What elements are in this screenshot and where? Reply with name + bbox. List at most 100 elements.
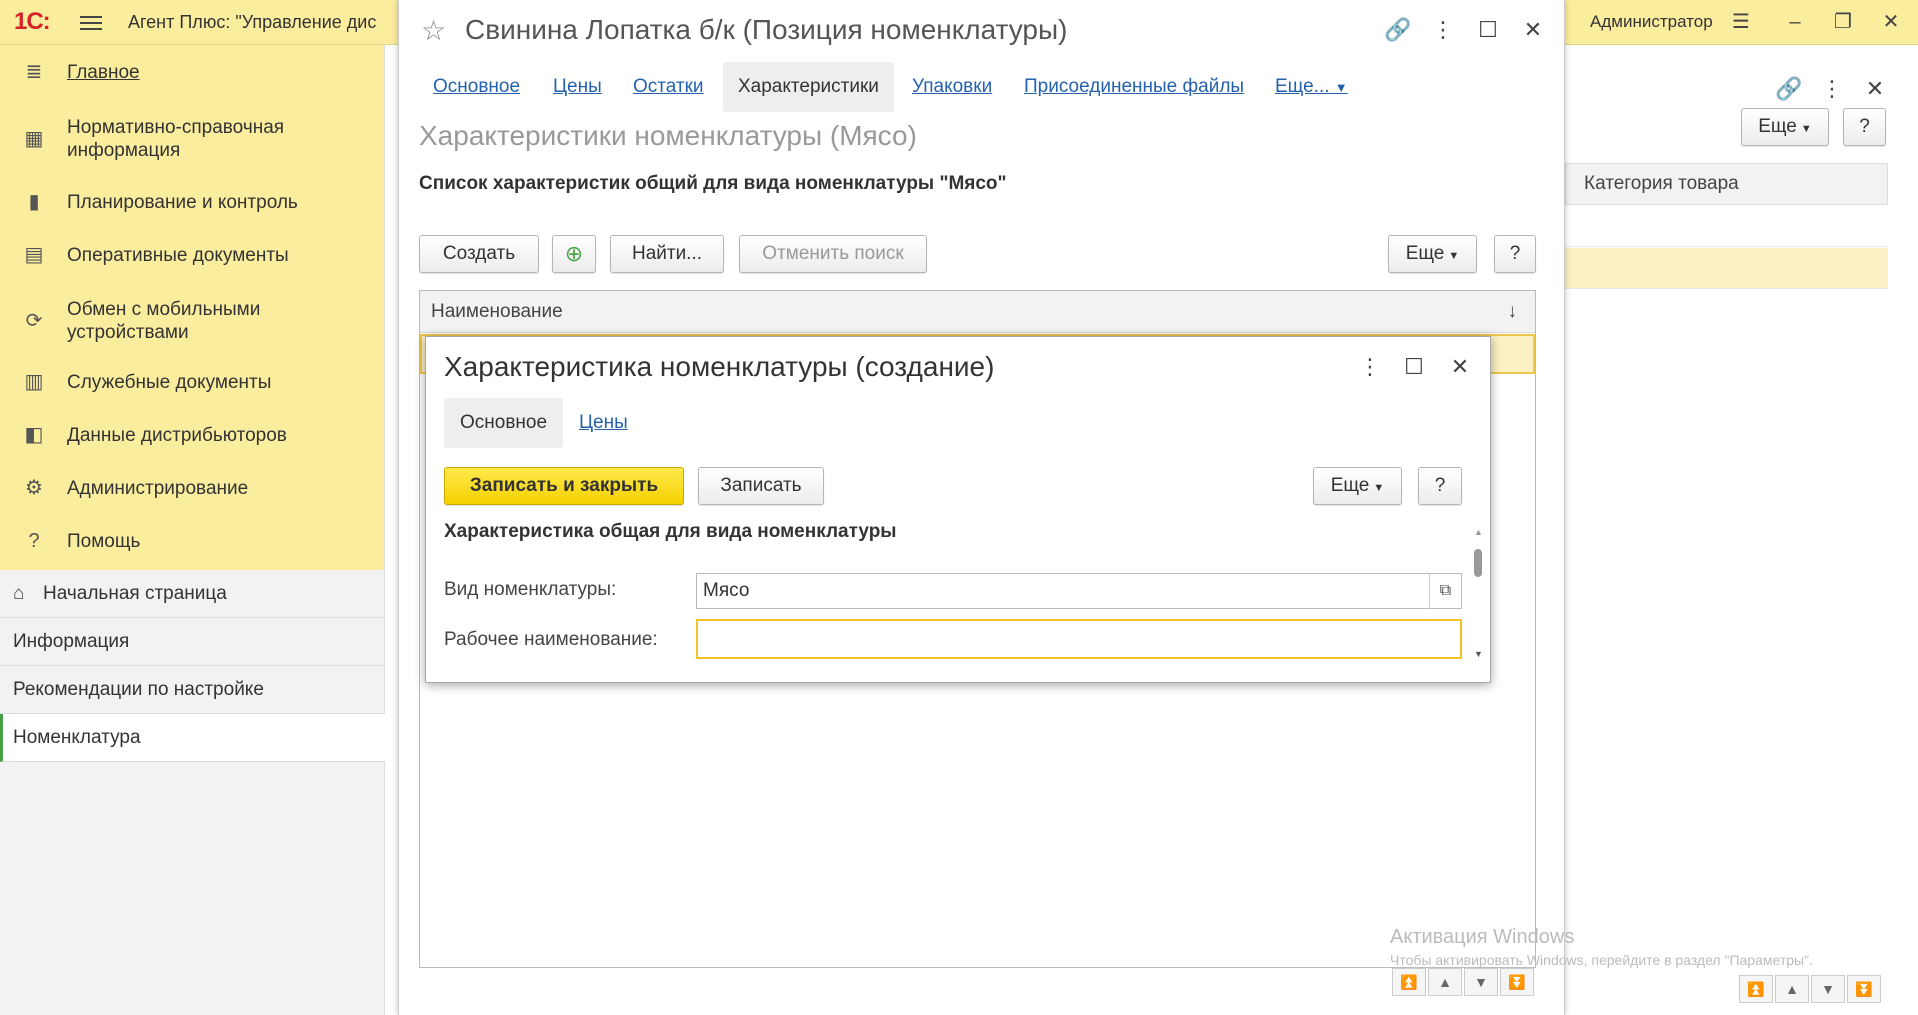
minimize-icon[interactable]: – bbox=[1782, 10, 1808, 34]
tab-main[interactable]: Основное bbox=[433, 62, 520, 112]
distributor-icon: ◧ bbox=[24, 424, 44, 446]
dialog-tab-prices[interactable]: Цены bbox=[579, 398, 628, 448]
link-icon[interactable]: 🔗 bbox=[1384, 16, 1412, 44]
cancel-search-button[interactable]: Отменить поиск bbox=[739, 235, 927, 273]
tab-prices[interactable]: Цены bbox=[553, 62, 602, 112]
pager-down-icon[interactable]: ▼ bbox=[1811, 975, 1845, 1003]
dialog-section-heading: Характеристика общая для вида номенклату… bbox=[444, 521, 897, 542]
favorite-star-icon[interactable]: ☆ bbox=[421, 14, 446, 47]
pager-last-icon[interactable]: ⏬ bbox=[1847, 975, 1881, 1003]
nav-item-label: Информация bbox=[13, 631, 130, 652]
more-vert-icon[interactable]: ⋮ bbox=[1429, 16, 1457, 44]
dialog-tab-main[interactable]: Основное bbox=[444, 398, 564, 448]
open-windows-panel: ⌂ Начальная страница Информация Рекоменда… bbox=[0, 570, 385, 1015]
restore-icon[interactable]: ❐ bbox=[1830, 10, 1856, 34]
scrollbar-thumb[interactable] bbox=[1474, 549, 1482, 577]
close-icon[interactable]: ✕ bbox=[1519, 16, 1547, 44]
nav-item-recommendations[interactable]: Рекомендации по настройке bbox=[0, 666, 385, 714]
gear-icon: ⚙ bbox=[25, 477, 43, 499]
sidebar-item-label: Данные дистрибьюторов bbox=[67, 424, 287, 446]
sidebar-item-distributors[interactable]: ◧ Данные дистрибьюторов bbox=[0, 420, 385, 450]
maximize-icon[interactable]: ☐ bbox=[1400, 353, 1428, 381]
pager-last-icon[interactable]: ⏬ bbox=[1500, 968, 1534, 996]
find-button[interactable]: Найти... bbox=[610, 235, 724, 273]
scroll-down-icon[interactable]: ▼ bbox=[1474, 649, 1483, 659]
sidebar-item-reference[interactable]: ▦ Нормативно-справочная информация bbox=[0, 115, 385, 163]
sidebar-item-label: Оперативные документы bbox=[67, 244, 289, 266]
save-button[interactable]: Записать bbox=[698, 467, 824, 505]
sidebar-item-label: Планирование и контроль bbox=[67, 191, 298, 213]
column-header-name[interactable]: Наименование ↓ bbox=[420, 291, 1535, 333]
settings-sliders-icon[interactable]: ☰ bbox=[1728, 10, 1754, 34]
section-title: Характеристики номенклатуры (Мясо) bbox=[419, 120, 917, 151]
pager-first-icon[interactable]: ⏫ bbox=[1392, 968, 1426, 996]
kind-field[interactable]: Мясо bbox=[696, 573, 1430, 609]
work-name-label: Рабочее наименование: bbox=[444, 629, 658, 650]
scroll-up-icon[interactable]: ▲ bbox=[1474, 527, 1483, 537]
sidebar-item-mobile-exchange[interactable]: ⟳ Обмен с мобильными устройствами bbox=[0, 297, 385, 345]
service-docs-icon: ▥ bbox=[24, 371, 44, 393]
dialog-title: Характеристика номенклатуры (создание) bbox=[444, 351, 995, 382]
pager-down-icon[interactable]: ▼ bbox=[1464, 968, 1498, 996]
tab-more[interactable]: Еще... ▼ bbox=[1275, 62, 1348, 112]
more-button[interactable]: Еще ▼ bbox=[1388, 235, 1477, 273]
create-button[interactable]: Создать bbox=[419, 235, 539, 273]
sidebar-item-label: Администрирование bbox=[67, 477, 249, 499]
nav-item-nomenclature[interactable]: Номенклатура bbox=[0, 714, 385, 762]
tab-stock[interactable]: Остатки bbox=[633, 62, 704, 112]
sidebar-item-label: Служебные документы bbox=[67, 371, 272, 393]
menu-burger-icon[interactable] bbox=[80, 12, 102, 32]
more-vert-icon[interactable]: ⋮ bbox=[1356, 353, 1384, 381]
bg-help-button[interactable]: ? bbox=[1843, 108, 1886, 146]
nav-item-label: Рекомендации по настройке bbox=[13, 679, 264, 700]
pager-first-icon[interactable]: ⏫ bbox=[1739, 975, 1773, 1003]
bg-more-button[interactable]: Еще ▼ bbox=[1741, 108, 1829, 146]
sidebar-item-main[interactable]: ≣ Главное bbox=[0, 57, 385, 87]
help-button[interactable]: ? bbox=[1494, 235, 1536, 273]
dialog-more-button[interactable]: Еще ▼ bbox=[1313, 467, 1402, 505]
pager-up-icon[interactable]: ▲ bbox=[1428, 968, 1462, 996]
help-icon: ? bbox=[28, 530, 40, 552]
nav-item-info[interactable]: Информация bbox=[0, 618, 385, 666]
save-and-close-button[interactable]: Записать и закрыть bbox=[444, 467, 684, 505]
chart-icon: ▮ bbox=[28, 191, 40, 213]
tab-attached-files[interactable]: Присоединенные файлы bbox=[1024, 62, 1244, 112]
table-row[interactable] bbox=[1565, 206, 1888, 247]
tab-packages[interactable]: Упаковки bbox=[912, 62, 992, 112]
sync-icon: ⟳ bbox=[25, 310, 43, 332]
sidebar-item-admin[interactable]: ⚙ Администрирование bbox=[0, 473, 385, 503]
kind-label: Вид номенклатуры: bbox=[444, 579, 617, 600]
nav-item-home[interactable]: ⌂ Начальная страница bbox=[0, 570, 385, 618]
more-vert-icon[interactable]: ⋮ bbox=[1818, 75, 1846, 103]
table-row-selected[interactable] bbox=[1565, 248, 1888, 289]
sidebar-item-planning[interactable]: ▮ Планирование и контроль bbox=[0, 187, 385, 217]
table-icon: ▦ bbox=[24, 128, 44, 150]
sort-arrow-icon[interactable]: ↓ bbox=[1508, 291, 1518, 333]
close-icon[interactable]: ✕ bbox=[1878, 10, 1904, 34]
work-name-input[interactable] bbox=[696, 619, 1462, 659]
sidebar-item-label: Главное bbox=[67, 61, 140, 83]
sidebar-item-operational[interactable]: ▤ Оперативные документы bbox=[0, 240, 385, 270]
open-link-icon[interactable]: ⧉ bbox=[1429, 573, 1462, 609]
sidebar-item-label: Помощь bbox=[67, 530, 141, 552]
maximize-icon[interactable]: ☐ bbox=[1474, 16, 1502, 44]
caret-down-icon: ▼ bbox=[1373, 482, 1385, 494]
sidebar-item-help[interactable]: ? Помощь bbox=[0, 526, 385, 556]
pager-up-icon[interactable]: ▲ bbox=[1775, 975, 1809, 1003]
sidebar-item-service-docs[interactable]: ▥ Служебные документы bbox=[0, 367, 385, 397]
caret-down-icon: ▼ bbox=[1800, 123, 1812, 135]
link-icon[interactable]: 🔗 bbox=[1775, 75, 1803, 103]
activation-watermark-text: Чтобы активировать Windows, перейдите в … bbox=[1390, 952, 1813, 968]
close-icon[interactable]: ✕ bbox=[1446, 353, 1474, 381]
caret-down-icon: ▼ bbox=[1448, 250, 1460, 262]
app-logo: 1С: bbox=[14, 8, 51, 35]
dialog-help-button[interactable]: ? bbox=[1418, 467, 1462, 505]
close-icon[interactable]: ✕ bbox=[1861, 75, 1889, 103]
dialog-scrollbar[interactable]: ▲ ▼ bbox=[1474, 527, 1484, 667]
create-copy-icon[interactable]: ⊕ bbox=[552, 235, 596, 273]
bg-column-category[interactable]: Категория товара bbox=[1565, 163, 1888, 205]
button-label: Еще bbox=[1758, 116, 1797, 137]
user-name[interactable]: Администратор bbox=[1590, 12, 1713, 32]
column-header-label: Наименование bbox=[431, 301, 563, 322]
tab-characteristics[interactable]: Характеристики bbox=[723, 62, 894, 112]
